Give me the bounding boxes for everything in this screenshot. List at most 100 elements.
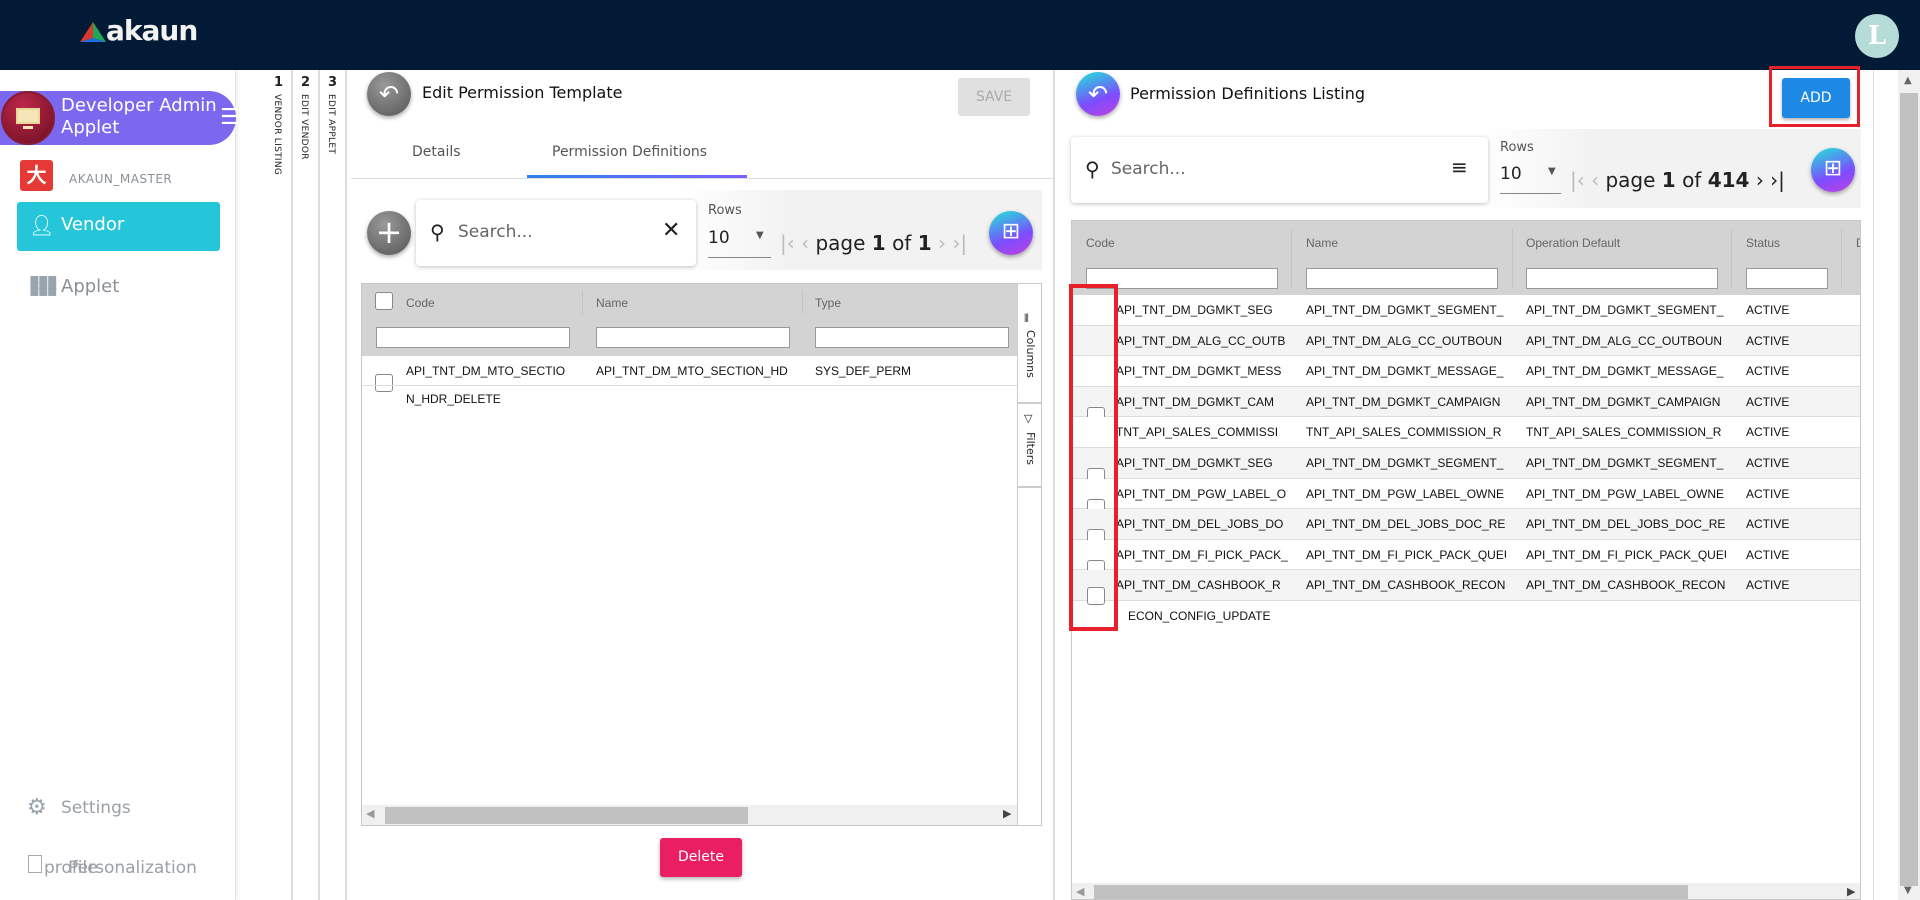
current-page: 1 [871, 231, 886, 255]
filter-input-name[interactable] [596, 327, 790, 348]
scroll-down-icon[interactable]: ▼ [1904, 885, 1912, 896]
personalization-label: Personalization [68, 858, 197, 878]
page-scrollbar[interactable]: ▲ ▼ [1898, 70, 1920, 900]
cell-code: API_TNT_DM_CASHBOOK_R [1116, 578, 1281, 593]
tab-divider [351, 178, 1053, 179]
step-edit-vendor[interactable]: 2 EDIT VENDOR [293, 70, 320, 900]
table-row[interactable]: API_TNT_DM_FI_PICK_PACK_ API_TNT_DM_FI_PI… [1072, 539, 1860, 571]
back-arrow-icon[interactable]: ↶ [1076, 72, 1120, 116]
table-row[interactable]: API_TNT_DM_CASHBOOK_R API_TNT_DM_CASHBOOK… [1072, 570, 1860, 601]
tab-permission-definitions[interactable]: Permission Definitions [552, 144, 707, 160]
sidebar-item-label: Vendor [61, 214, 125, 235]
filter-input-type[interactable] [815, 327, 1009, 348]
step-vendor-listing[interactable]: 1 VENDOR LISTING [266, 70, 293, 900]
cell-code: API_TNT_DM_ALG_CC_OUTB [1116, 333, 1286, 348]
collapse-menu-icon[interactable]: ☰‹ [220, 105, 249, 130]
filter-input-status[interactable] [1746, 268, 1828, 289]
page-title: Edit Permission Template [422, 83, 623, 102]
next-page-icon[interactable]: › [1756, 168, 1764, 192]
prev-page-icon[interactable]: ‹ [1591, 168, 1599, 192]
listing-search-input[interactable]: ⚲ Search... ≡ [1071, 137, 1488, 203]
filters-label: Filters [1024, 432, 1037, 465]
prev-page-icon[interactable]: ‹ [801, 231, 809, 255]
company-logo: 大 [20, 160, 53, 191]
sidebar-item-vendor[interactable]: 👤︎ Vendor [17, 202, 220, 251]
step-edit-applet[interactable]: 3 EDIT APPLET [320, 70, 347, 900]
table-row[interactable]: API_TNT_DM_ALG_CC_OUTB API_TNT_DM_ALG_CC_… [1072, 325, 1860, 357]
table-row[interactable]: API_TNT_DM_DGMKT_MESS API_TNT_DM_DGMKT_ME… [1072, 356, 1860, 387]
rows-select[interactable]: 10 ▼ [708, 226, 771, 258]
table-row[interactable]: API_TNT_DM_DGMKT_CAM API_TNT_DM_DGMKT_CAM… [1072, 386, 1860, 418]
first-page-icon[interactable]: |‹ [780, 231, 795, 255]
scroll-up-icon[interactable]: ▲ [1904, 75, 1912, 86]
select-all-checkbox[interactable] [375, 292, 393, 310]
back-arrow-icon[interactable]: ↶ [367, 72, 411, 116]
column-header-name[interactable]: Name [1306, 236, 1338, 250]
rows-select[interactable]: 10 ▼ [1500, 162, 1561, 194]
columns-icon: ⦀ [1024, 312, 1029, 325]
table-row[interactable]: API_TNT_DM_PGW_LABEL_O API_TNT_DM_PGW_LAB… [1072, 478, 1860, 510]
columns-side-button[interactable]: ⦀ Columns [1018, 284, 1042, 404]
grid-view-icon[interactable]: ⊞ [1811, 148, 1855, 192]
column-header-type[interactable]: Type [815, 296, 841, 310]
cell-code: API_TNT_DM_FI_PICK_PACK_ [1116, 547, 1288, 562]
of-word: of [1682, 168, 1702, 192]
delete-button[interactable]: Delete [660, 838, 742, 877]
column-header-description[interactable]: D [1856, 236, 1860, 250]
search-placeholder: Search... [458, 222, 533, 242]
table-row[interactable]: API_TNT_DM_DGMKT_SEG API_TNT_DM_DGMKT_SEG… [1072, 295, 1860, 326]
close-icon[interactable]: ✕ [662, 218, 680, 243]
sidebar-item-label: Settings [61, 798, 131, 818]
dropdown-arrow-icon: ▼ [756, 230, 764, 241]
top-bar [0, 0, 1920, 70]
table-row[interactable]: API_TNT_DM_DEL_JOBS_DO API_TNT_DM_DEL_JOB… [1072, 509, 1860, 540]
company-name[interactable]: AKAUN_MASTER [69, 172, 172, 186]
sidebar-item-applet[interactable]: ▪▪▪ ▪▪▪ ▪▪▪ Applet [17, 270, 220, 306]
sidebar-item-settings[interactable]: ⚙ Settings [17, 795, 220, 825]
cell-name: API_TNT_DM_DGMKT_CAMPAIGN [1306, 394, 1501, 409]
table-row[interactable]: TNT_API_SALES_COMMISSI TNT_API_SALES_COMM… [1072, 417, 1860, 448]
user-avatar[interactable]: L [1855, 14, 1899, 58]
next-page-icon[interactable]: › [938, 231, 946, 255]
column-header-status[interactable]: Status [1746, 236, 1780, 250]
monitor-icon [1, 91, 55, 145]
filter-input-code[interactable] [376, 327, 570, 348]
cell-operation-default: API_TNT_DM_DGMKT_SEGMENT_ [1526, 456, 1724, 470]
horizontal-scrollbar[interactable]: ◀ ▶ [1072, 883, 1860, 899]
cell-operation-default: API_TNT_DM_FI_PICK_PACK_QUEU [1526, 547, 1726, 562]
filters-side-button[interactable]: ▽ Filters [1018, 406, 1042, 488]
akaun-logo-icon [80, 22, 106, 42]
sidebar-item-personalization[interactable]: profile Personalization [28, 855, 231, 885]
row-checkbox[interactable] [375, 374, 393, 392]
filter-funnel-icon: ▽ [1024, 412, 1033, 425]
app-logo[interactable]: akaun [106, 14, 198, 47]
search-input[interactable]: ⚲ Search... ✕ [416, 200, 696, 266]
column-header-name[interactable]: Name [596, 296, 628, 310]
page-word: page [1605, 168, 1656, 192]
column-header-operation-default[interactable]: Operation Default [1526, 236, 1620, 250]
step-label: EDIT APPLET [326, 94, 336, 155]
table-row[interactable]: API_TNT_DM_DGMKT_SEG API_TNT_DM_DGMKT_SEG… [1072, 448, 1860, 479]
filter-list-icon[interactable]: ≡ [1451, 155, 1468, 179]
last-page-icon[interactable]: ›| [952, 231, 967, 255]
save-button[interactable]: SAVE [958, 78, 1030, 116]
column-header-code[interactable]: Code [1086, 236, 1115, 250]
cell-status: ACTIVE [1746, 333, 1790, 348]
cell-status: ACTIVE [1746, 364, 1790, 379]
column-header-code[interactable]: Code [406, 296, 435, 310]
tab-details[interactable]: Details [412, 144, 461, 160]
add-icon[interactable]: + [367, 211, 411, 255]
first-page-icon[interactable]: |‹ [1570, 168, 1585, 192]
grid-view-icon[interactable]: ⊞ [989, 211, 1033, 255]
last-page-icon[interactable]: ›| [1770, 168, 1785, 192]
apps-grid-icon: ▪▪▪ ▪▪▪ ▪▪▪ [29, 269, 57, 300]
cell-code-wrap: ECON_CONFIG_UPDATE [1128, 609, 1271, 623]
horizontal-scrollbar[interactable]: ◀ ▶ [362, 805, 1017, 825]
step-number: 3 [327, 75, 338, 90]
cell-status: ACTIVE [1746, 486, 1790, 501]
filter-input-operation-default[interactable] [1526, 268, 1718, 289]
filter-input-name[interactable] [1306, 268, 1498, 289]
cell-name: API_TNT_DM_MTO_SECTION_HD [596, 364, 788, 378]
current-page: 1 [1661, 168, 1676, 192]
sidebar-item-label: Applet [61, 276, 120, 297]
